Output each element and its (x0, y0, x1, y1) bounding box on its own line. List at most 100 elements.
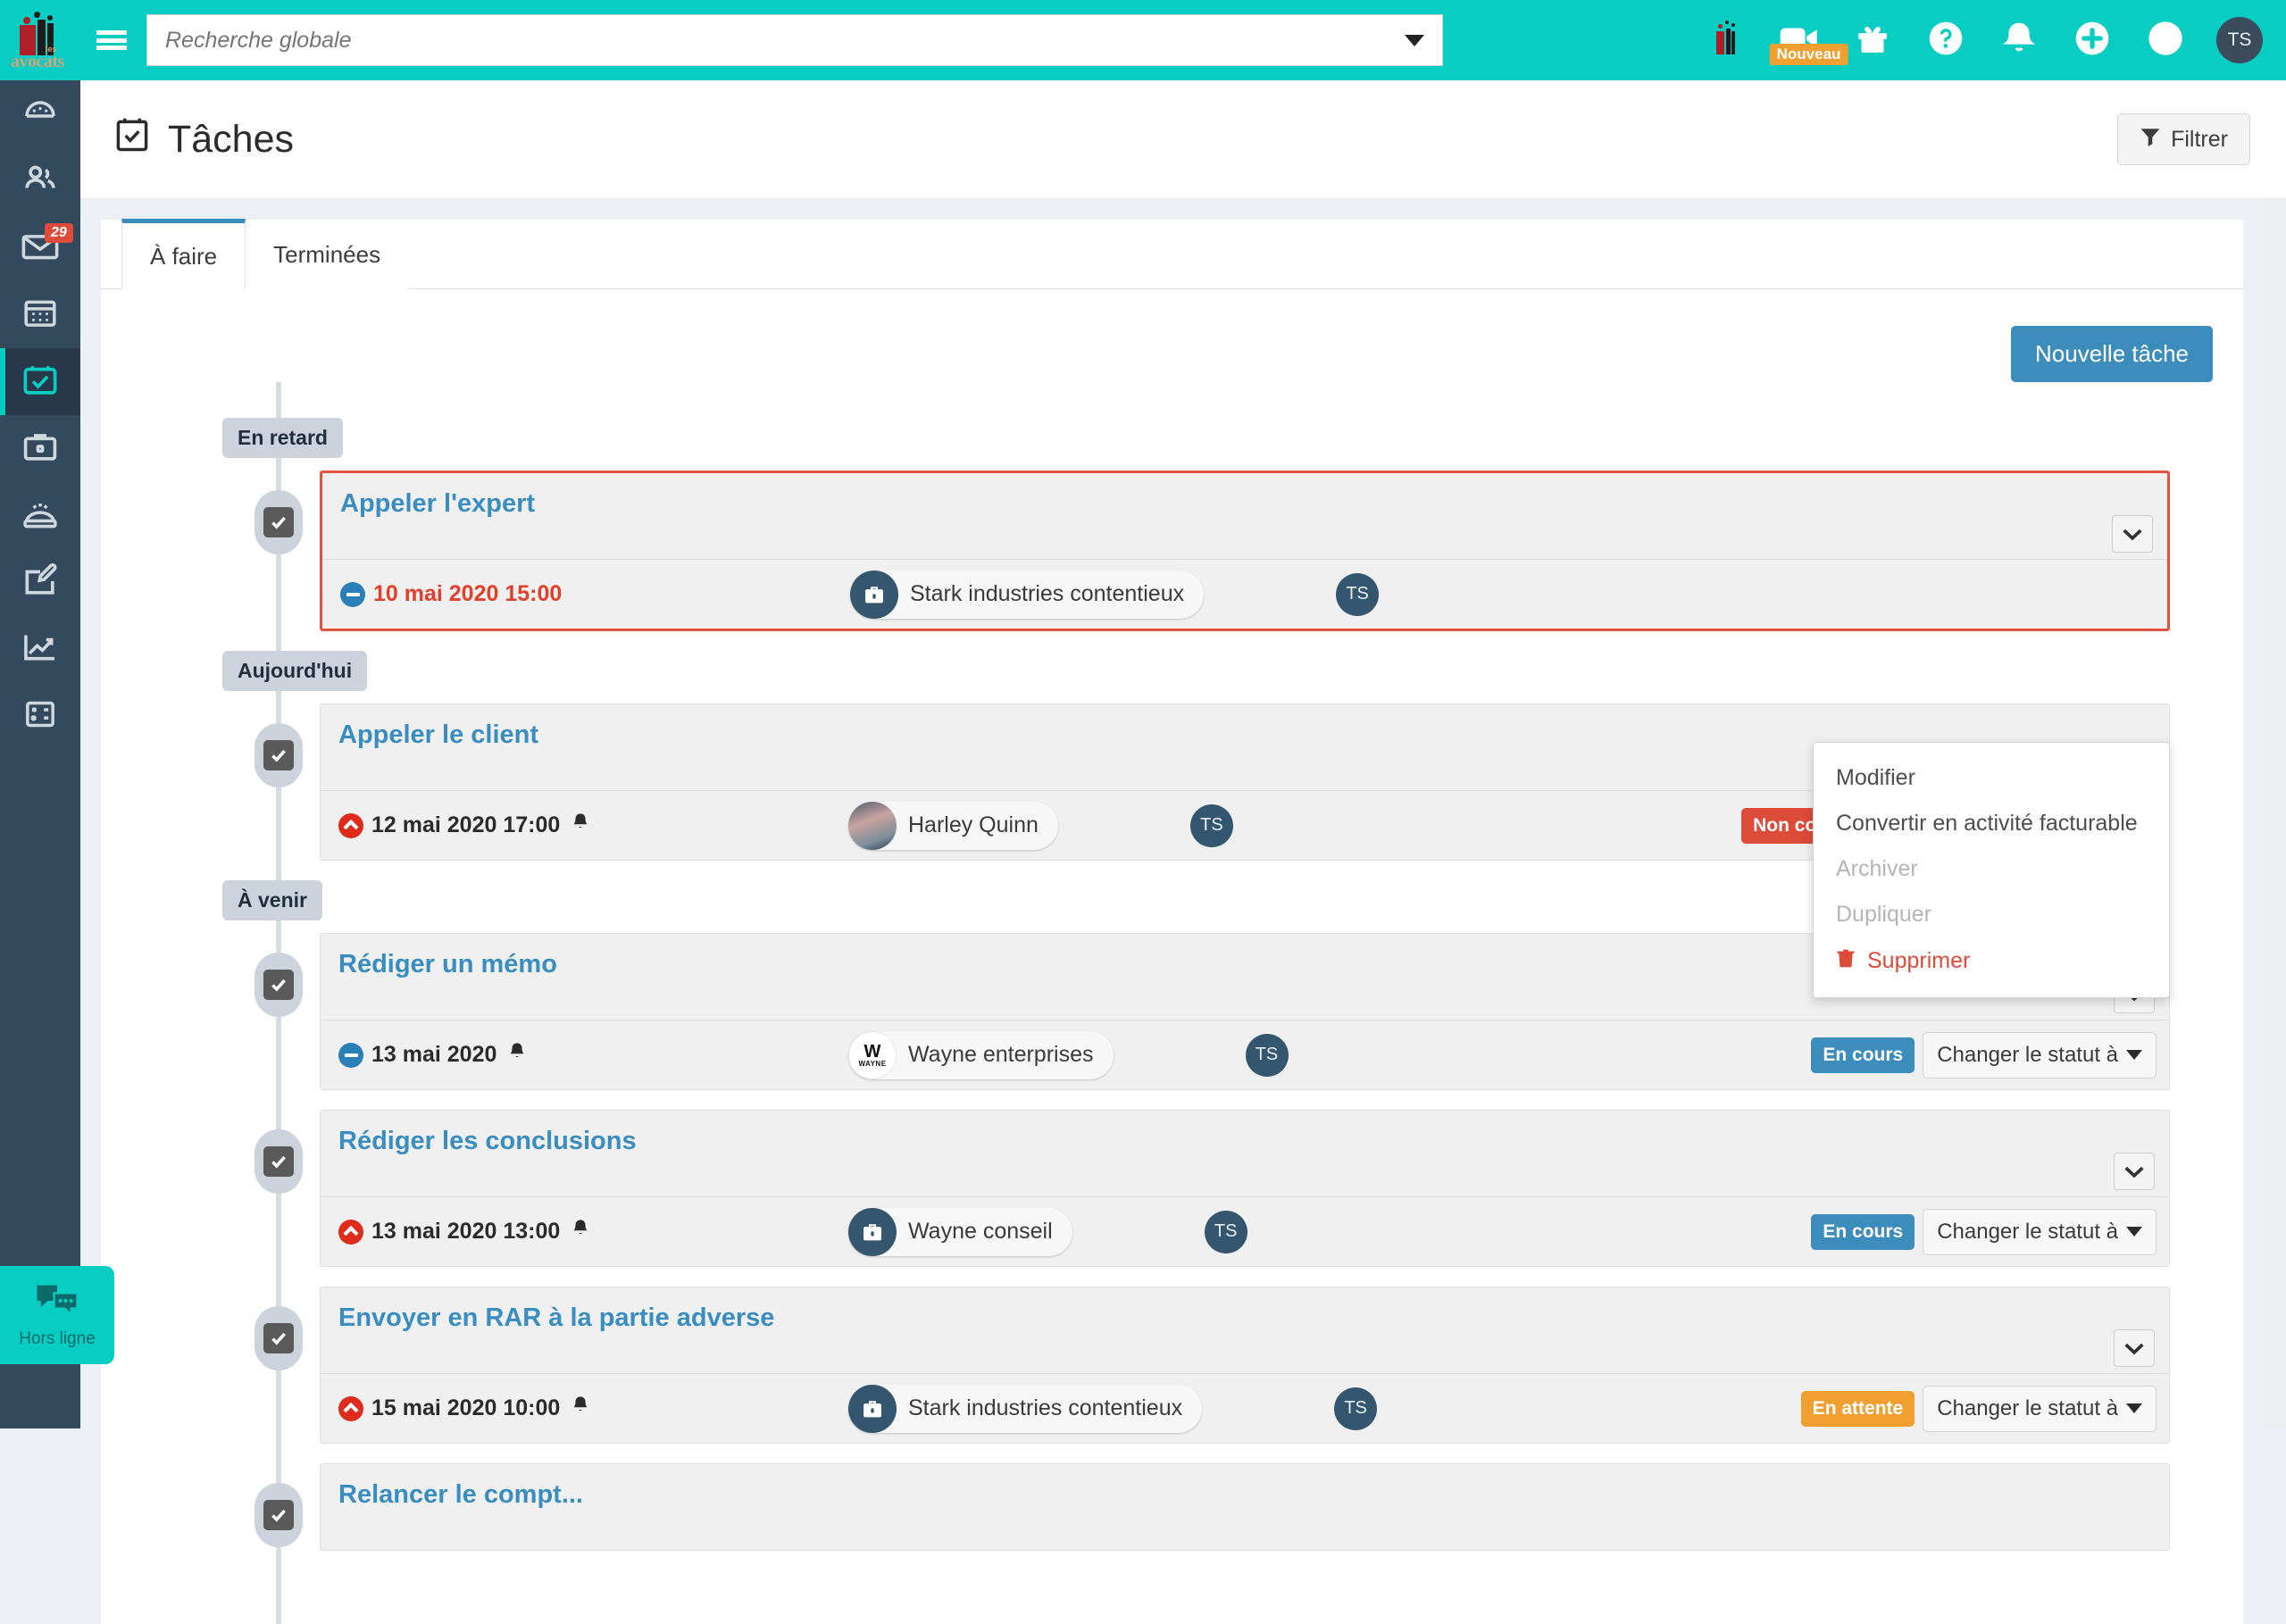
task-complete-toggle[interactable] (254, 490, 303, 554)
task-complete-toggle[interactable] (254, 953, 303, 1017)
sidebar-item-scan[interactable] (0, 482, 80, 549)
task-complete-toggle[interactable] (254, 1483, 303, 1547)
task-status-group: En attente Changer le statut à (1801, 1386, 2157, 1432)
vertical-scrollbar[interactable] (2265, 199, 2286, 1428)
task-title[interactable]: Rédiger les conclusions (338, 1127, 637, 1156)
task-complete-toggle[interactable] (254, 1129, 303, 1194)
menu-item-archiver: Archiver (1814, 846, 2169, 892)
task-status-group: En cours Changer le statut à (1811, 1032, 2157, 1079)
task-group-en-retard: En retard (101, 418, 2243, 458)
chevron-down-icon[interactable] (1405, 35, 1424, 46)
task-entity-chip[interactable]: Stark industries contentieux (848, 1385, 1202, 1433)
filter-button[interactable]: Filtrer (2117, 113, 2250, 165)
task-status-group: En cours Changer le statut à (1811, 1209, 2157, 1255)
urgent-red-icon (338, 1396, 363, 1421)
menu-item-supprimer-label: Supprimer (1867, 948, 1970, 974)
task-row: Relancer le compt... (101, 1463, 2243, 1551)
task-actions-button[interactable] (2114, 1153, 2155, 1190)
sidebar-item-reports[interactable] (0, 616, 80, 683)
tab-bar: À faire Terminées (101, 220, 2243, 289)
task-header: Envoyer en RAR à la partie adverse (321, 1287, 2169, 1373)
task-title[interactable]: Rédiger un mémo (338, 950, 557, 979)
task-title[interactable]: Appeler l'expert (340, 489, 535, 519)
briefcase-icon (848, 1208, 897, 1256)
menu-toggle-button[interactable] (80, 28, 143, 54)
task-due-date: 15 mai 2020 10:00 (338, 1395, 844, 1421)
gauge-icon (22, 94, 58, 134)
logo-avocats-text: avocats (11, 52, 64, 72)
help-button[interactable] (1909, 0, 1982, 80)
change-status-dropdown[interactable]: Changer le statut à (1923, 1209, 2157, 1255)
task-entity-chip[interactable]: W WAYNE Wayne enterprises (848, 1031, 1114, 1079)
tab-todo[interactable]: À faire (121, 219, 246, 289)
menu-item-supprimer[interactable]: Supprimer (1814, 937, 2169, 985)
task-due-date: 10 mai 2020 15:00 (340, 581, 846, 607)
bell-icon (2002, 21, 2036, 61)
briefcase-icon (21, 429, 59, 468)
sidebar-item-tasks[interactable] (0, 348, 80, 415)
search-input[interactable] (165, 28, 1405, 54)
sidebar-item-accounting[interactable] (0, 683, 80, 750)
task-complete-toggle[interactable] (254, 1306, 303, 1370)
group-label: À venir (222, 880, 322, 920)
clock-icon (2148, 21, 2183, 61)
checkbox-icon (263, 740, 294, 770)
task-complete-toggle[interactable] (254, 723, 303, 787)
page-title-text: Tâches (168, 118, 294, 162)
sidebar-item-contacts[interactable] (0, 147, 80, 214)
notifications-button[interactable] (1982, 0, 2056, 80)
change-status-label: Changer le statut à (1937, 1396, 2118, 1421)
user-avatar[interactable]: TS (2216, 17, 2263, 63)
task-due-date-text: 13 mai 2020 (371, 1042, 496, 1068)
new-task-button[interactable]: Nouvelle tâche (2011, 326, 2213, 382)
task-assignee-avatar[interactable]: TS (1336, 573, 1379, 616)
sidebar-item-documents[interactable] (0, 549, 80, 616)
video-camera-button[interactable]: Nouveau (1763, 0, 1836, 80)
task-actions-button[interactable] (2112, 515, 2153, 553)
chat-widget[interactable]: Hors ligne (0, 1266, 114, 1364)
chevron-down-icon (2126, 1227, 2142, 1237)
checkbox-icon (263, 1146, 294, 1177)
sidebar-item-dashboard[interactable] (0, 80, 80, 147)
task-title[interactable]: Envoyer en RAR à la partie adverse (338, 1303, 774, 1333)
task-entity-name: Wayne conseil (908, 1219, 1053, 1245)
task-timeline: En retard Appeler l'expert (101, 382, 2243, 1624)
task-assignee-avatar[interactable]: TS (1190, 804, 1233, 847)
menu-item-dupliquer: Dupliquer (1814, 892, 2169, 937)
funnel-icon (2140, 126, 2161, 154)
tab-done[interactable]: Terminées (246, 220, 408, 289)
brand-mini-logo-icon[interactable] (1689, 0, 1763, 80)
help-circle-icon (1928, 21, 1964, 61)
messages-badge: 29 (45, 223, 73, 243)
task-title[interactable]: Appeler le client (338, 720, 538, 750)
gift-button[interactable] (1836, 0, 1909, 80)
task-meta: 10 mai 2020 15:00 Stark industries conte… (322, 559, 2167, 629)
task-assignee-avatar[interactable]: TS (1205, 1211, 1247, 1253)
task-assignee-avatar[interactable]: TS (1246, 1034, 1289, 1077)
task-actions-button[interactable] (2114, 1329, 2155, 1367)
calendar-check-icon (113, 115, 152, 164)
global-search[interactable] (146, 14, 1443, 66)
task-entity-chip[interactable]: Wayne conseil (848, 1208, 1072, 1256)
reminder-bell-icon (572, 1219, 589, 1245)
sidebar-item-messages[interactable]: 29 (0, 214, 80, 281)
calendar-icon (22, 296, 58, 334)
content-area: À faire Terminées Nouvelle tâche En reta… (80, 199, 2286, 1428)
task-title[interactable]: Relancer le compt... (338, 1480, 583, 1510)
timer-button[interactable] (2129, 0, 2202, 80)
task-row: Appeler l'expert 10 mai 2020 15:00 (101, 471, 2243, 631)
sidebar-item-cases[interactable] (0, 415, 80, 482)
change-status-label: Changer le statut à (1937, 1220, 2118, 1245)
menu-item-modifier[interactable]: Modifier (1814, 755, 2169, 801)
menu-item-convertir[interactable]: Convertir en activité facturable (1814, 801, 2169, 846)
app-logo[interactable]: les avocats (0, 0, 80, 80)
task-assignee-avatar[interactable]: TS (1334, 1387, 1377, 1430)
task-entity-chip[interactable]: Harley Quinn (848, 802, 1058, 850)
change-status-dropdown[interactable]: Changer le statut à (1923, 1386, 2157, 1432)
change-status-dropdown[interactable]: Changer le statut à (1923, 1032, 2157, 1079)
sidebar-item-agenda[interactable] (0, 281, 80, 348)
checkbox-icon (263, 970, 294, 1000)
task-entity-chip[interactable]: Stark industries contentieux (850, 570, 1204, 619)
add-button[interactable] (2056, 0, 2129, 80)
task-header: Rédiger les conclusions (321, 1111, 2169, 1196)
